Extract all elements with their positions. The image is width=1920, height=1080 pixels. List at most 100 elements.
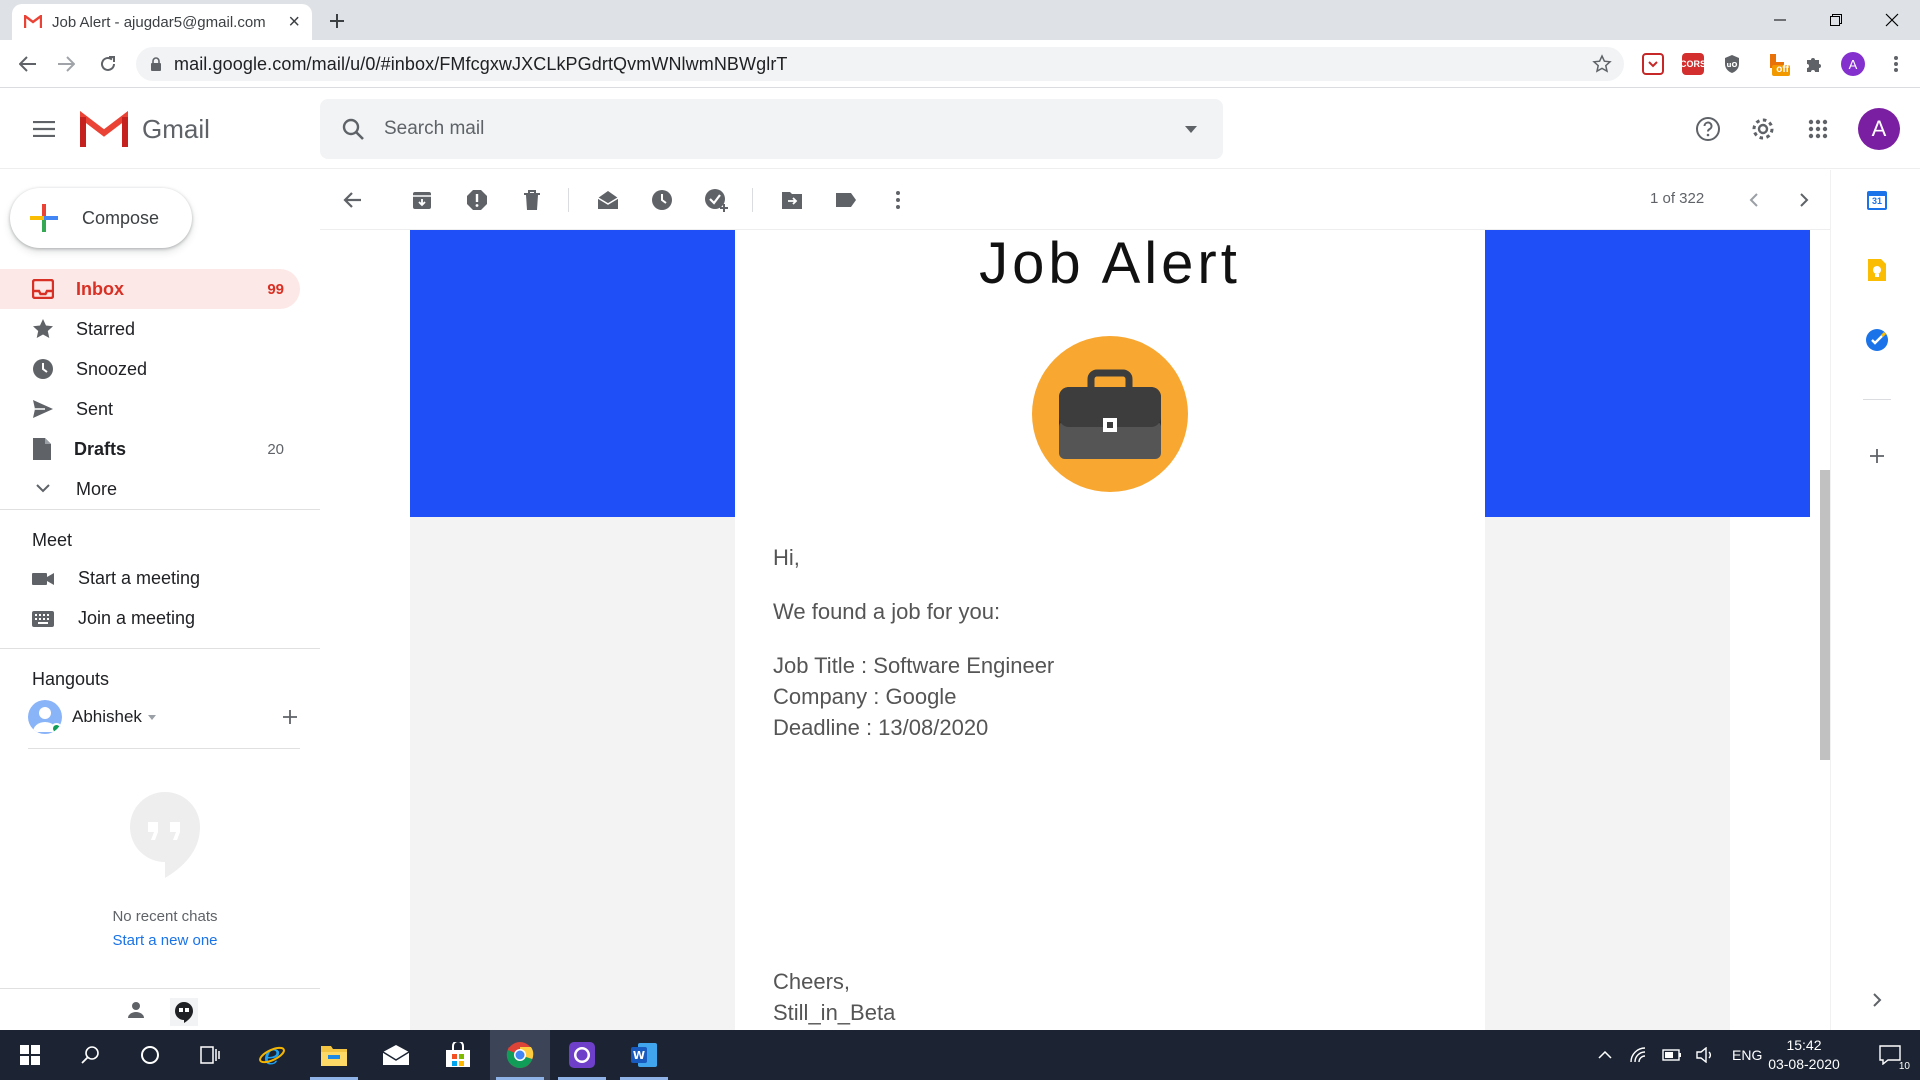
- battery-icon[interactable]: [1662, 1049, 1682, 1061]
- join-meeting-link[interactable]: Join a meeting: [32, 608, 195, 629]
- taskbar-search-icon[interactable]: [60, 1030, 120, 1080]
- pagination-count: 1 of 322: [1650, 190, 1705, 207]
- report-spam-icon[interactable]: [461, 184, 493, 216]
- reload-icon[interactable]: [92, 48, 124, 80]
- get-addons-plus-icon[interactable]: [1865, 444, 1889, 468]
- gmail-logo[interactable]: Gmail: [80, 111, 210, 147]
- close-window-icon[interactable]: [1864, 0, 1920, 40]
- draft-document-icon: [32, 437, 52, 461]
- help-icon[interactable]: [1690, 111, 1726, 147]
- new-chat-plus-icon[interactable]: [282, 709, 298, 725]
- calendar-day: 31: [1871, 196, 1882, 206]
- sidebar-item-snoozed[interactable]: Snoozed: [0, 349, 300, 389]
- keyboard-icon: [32, 610, 54, 627]
- google-apps-grid-icon[interactable]: [1800, 111, 1836, 147]
- scrollbar-thumb[interactable]: [1820, 470, 1830, 760]
- snooze-clock-icon[interactable]: [646, 184, 678, 216]
- taskbar-clock[interactable]: 15:42 03-08-2020: [1764, 1036, 1844, 1074]
- github-desktop-icon[interactable]: [552, 1030, 612, 1080]
- contacts-person-icon[interactable]: [124, 998, 148, 1026]
- minimize-icon[interactable]: [1752, 0, 1808, 40]
- archive-icon[interactable]: [406, 184, 438, 216]
- back-arrow-icon[interactable]: [12, 48, 44, 80]
- mail-app-icon[interactable]: [366, 1030, 426, 1080]
- email-intro: We found a job for you:: [773, 599, 1001, 624]
- compose-button[interactable]: Compose: [10, 188, 192, 248]
- volume-speaker-icon[interactable]: [1696, 1047, 1714, 1063]
- honey-coupon-extension-icon[interactable]: off: [1764, 50, 1790, 76]
- microsoft-word-icon[interactable]: W: [614, 1030, 674, 1080]
- clock-time: 15:42: [1786, 1037, 1822, 1053]
- add-to-tasks-icon[interactable]: [700, 184, 732, 216]
- delete-trash-icon[interactable]: [516, 184, 548, 216]
- search-placeholder: Search mail: [384, 118, 485, 139]
- address-bar[interactable]: mail.google.com/mail/u/0/#inbox/FMfcgxwJ…: [136, 47, 1624, 81]
- windows-start-icon[interactable]: [0, 1030, 60, 1080]
- hangouts-user[interactable]: Abhishek: [28, 700, 298, 734]
- section-divider: [0, 988, 320, 989]
- pocket-extension-icon[interactable]: [1642, 53, 1664, 75]
- account-avatar[interactable]: A: [1858, 108, 1900, 150]
- browser-menu-icon[interactable]: [1884, 52, 1908, 76]
- extensions-puzzle-icon[interactable]: [1802, 53, 1824, 75]
- sidebar-item-inbox[interactable]: Inbox 99: [0, 269, 300, 309]
- expand-panel-chevron-icon[interactable]: [1865, 988, 1889, 1012]
- email-body: Job Alert Hi, We found a job for you: Jo…: [320, 230, 1830, 1030]
- ublock-shield-icon[interactable]: uO: [1721, 53, 1743, 75]
- bookmark-star-icon[interactable]: [1592, 54, 1612, 74]
- restore-icon[interactable]: [1808, 0, 1864, 40]
- sidebar-item-label: Inbox: [76, 278, 124, 299]
- windows-taskbar: e W ENG 15:42 03-08-2020 10: [0, 1030, 1920, 1080]
- send-icon: [32, 399, 54, 419]
- mark-unread-icon[interactable]: [592, 184, 624, 216]
- calendar-icon[interactable]: 31: [1865, 188, 1889, 212]
- input-language[interactable]: ENG: [1732, 1047, 1762, 1063]
- draft-count: 20: [267, 440, 284, 458]
- sidebar-item-starred[interactable]: Starred: [0, 309, 300, 349]
- browser-tab[interactable]: Job Alert - ajugdar5@gmail.com ×: [12, 4, 312, 40]
- action-center-icon[interactable]: 10: [1860, 1030, 1920, 1080]
- start-new-chat-link[interactable]: Start a new one: [0, 932, 330, 949]
- search-input[interactable]: Search mail: [320, 99, 1223, 159]
- show-hidden-icons-chevron-icon[interactable]: [1598, 1051, 1612, 1059]
- chrome-taskbar-icon[interactable]: [490, 1030, 550, 1080]
- main-menu-icon[interactable]: [26, 111, 62, 147]
- back-to-inbox-icon[interactable]: [336, 184, 368, 216]
- start-meeting-label: Start a meeting: [78, 568, 201, 588]
- more-options-icon[interactable]: [882, 184, 914, 216]
- forward-arrow-icon[interactable]: [50, 48, 82, 80]
- new-tab-button[interactable]: [322, 6, 352, 36]
- sidebar-item-label: More: [76, 478, 118, 499]
- cors-extension-icon[interactable]: CORS: [1680, 53, 1707, 75]
- browser-profile-avatar[interactable]: A: [1841, 52, 1865, 76]
- email-company: Company : Google: [773, 684, 957, 709]
- toolbar-separator: [568, 188, 569, 212]
- sidebar-item-more[interactable]: More: [0, 469, 300, 509]
- start-meeting-link[interactable]: Start a meeting: [32, 568, 200, 589]
- wifi-icon[interactable]: [1630, 1047, 1648, 1063]
- internet-explorer-icon[interactable]: e: [242, 1030, 302, 1080]
- url-text: mail.google.com/mail/u/0/#inbox/FMfcgxwJ…: [174, 53, 788, 74]
- inbox-icon: [32, 279, 54, 299]
- tab-close-icon[interactable]: ×: [288, 11, 300, 34]
- file-explorer-icon[interactable]: [304, 1030, 364, 1080]
- chevron-left-icon[interactable]: [1738, 184, 1770, 216]
- sidebar-item-drafts[interactable]: Drafts 20: [0, 429, 300, 469]
- hangouts-chat-icon[interactable]: [170, 998, 198, 1026]
- unread-count: 99: [267, 280, 284, 298]
- keep-notes-icon[interactable]: [1865, 258, 1889, 282]
- tasks-check-icon[interactable]: [1865, 328, 1889, 352]
- search-options-caret-icon[interactable]: [1185, 125, 1197, 133]
- move-to-folder-icon[interactable]: [776, 184, 808, 216]
- sidebar-item-sent[interactable]: Sent: [0, 389, 300, 429]
- chevron-right-icon[interactable]: [1788, 184, 1820, 216]
- cortana-circle-icon[interactable]: [120, 1030, 180, 1080]
- task-view-icon[interactable]: [180, 1030, 240, 1080]
- cors-extension-label: CORS: [1680, 59, 1707, 69]
- microsoft-store-icon[interactable]: [428, 1030, 488, 1080]
- settings-gear-icon[interactable]: [1745, 111, 1781, 147]
- label-tag-icon[interactable]: [830, 184, 862, 216]
- caret-down-icon[interactable]: [147, 714, 156, 720]
- notification-count: 10: [1898, 1061, 1910, 1072]
- search-icon[interactable]: [342, 118, 364, 140]
